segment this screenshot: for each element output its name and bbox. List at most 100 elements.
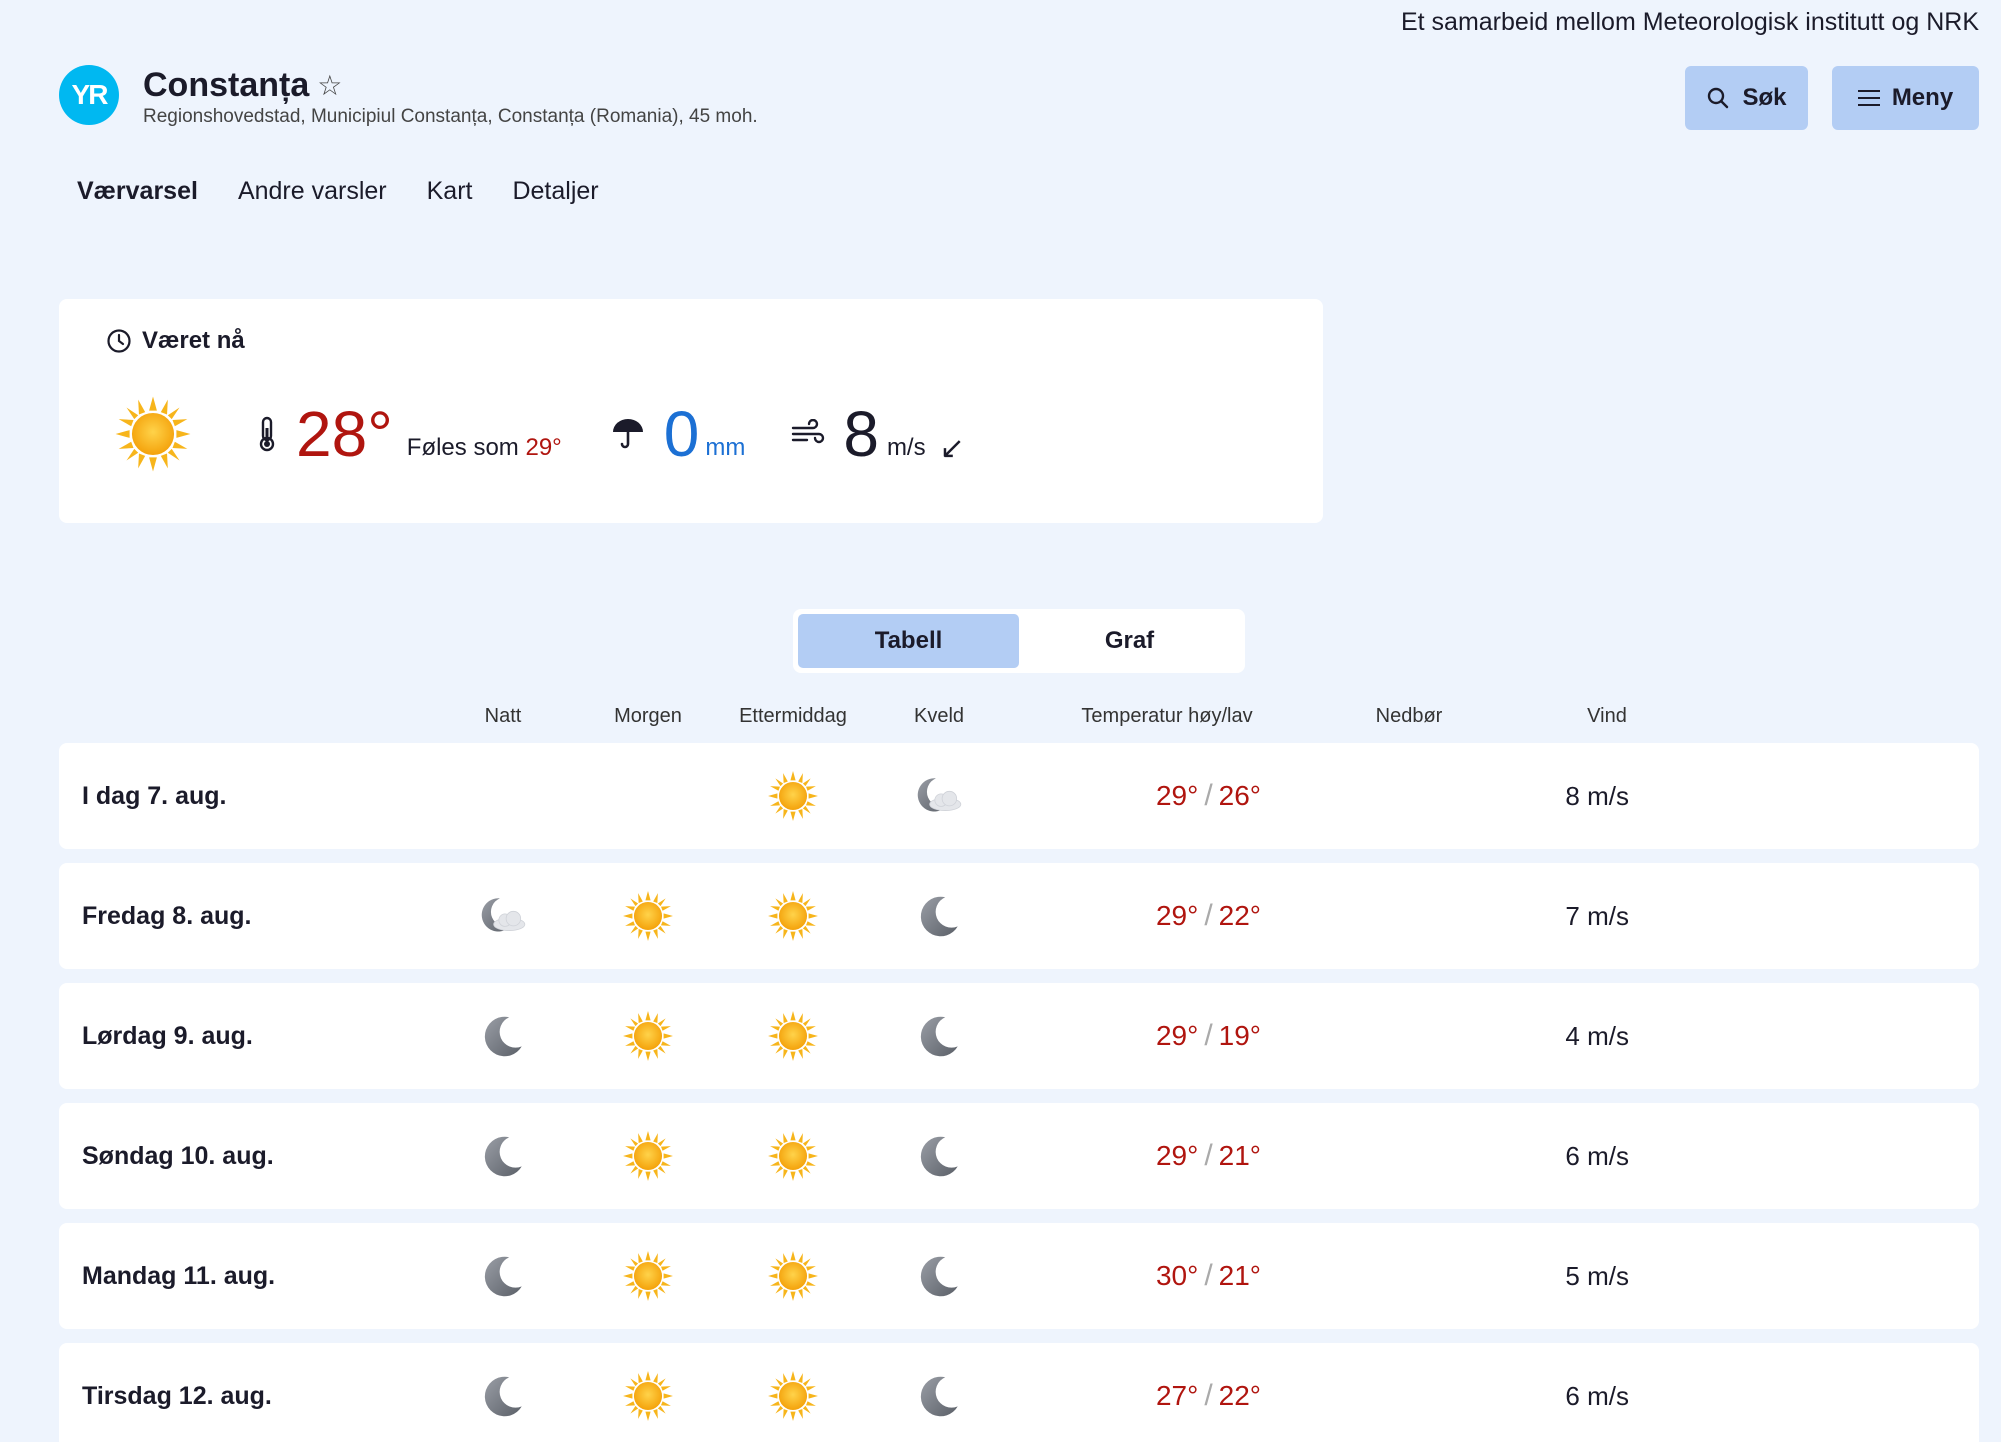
temperature-separator: / — [1204, 779, 1213, 812]
column-header-afternoon: Ettermiddag — [739, 705, 847, 727]
location-title: Constanța ☆ — [143, 66, 342, 105]
sun-icon — [767, 1250, 819, 1302]
sun-icon — [622, 1370, 674, 1422]
day-label: Fredag 8. aug. — [82, 901, 252, 930]
moon-cloud-icon — [913, 770, 965, 822]
sun-icon — [622, 1130, 674, 1182]
temperature-high: 29° — [1155, 780, 1199, 811]
favorite-star-icon[interactable]: ☆ — [317, 69, 342, 102]
menu-button[interactable]: Meny — [1832, 66, 1979, 130]
view-toggle: Tabell Graf — [793, 609, 1245, 673]
temperature-separator: / — [1204, 1019, 1213, 1052]
sun-icon — [767, 890, 819, 942]
sun-icon — [622, 1010, 674, 1062]
moon-icon — [913, 1250, 965, 1302]
feels-like-label: Føles som — [406, 434, 519, 461]
graph-view-button[interactable]: Graf — [1019, 614, 1240, 668]
current-weather-title: Været nå — [142, 327, 245, 354]
sun-icon — [767, 1130, 819, 1182]
moon-cloud-icon — [477, 890, 529, 942]
wind-speed: 8 m/s — [1565, 780, 1629, 811]
temperature-high: 29° — [1155, 1020, 1199, 1051]
thermometer-icon — [259, 416, 275, 452]
wind-direction-arrow-icon: ↙ — [939, 431, 965, 465]
column-header-evening: Kveld — [913, 705, 965, 727]
wind-icon — [792, 419, 825, 444]
day-label: Mandag 11. aug. — [82, 1261, 276, 1290]
temperature-low: 22° — [1218, 1380, 1261, 1411]
sun-icon — [114, 395, 192, 473]
wind-speed: 4 m/s — [1565, 1020, 1629, 1051]
sun-icon — [767, 770, 819, 822]
temperature-low: 26° — [1218, 780, 1261, 811]
forecast-row[interactable]: I dag 7. aug. 29°/26° 8 m/s — [59, 743, 1979, 849]
moon-icon — [913, 1130, 965, 1182]
moon-icon — [913, 1010, 965, 1062]
temperature-low: 21° — [1218, 1140, 1261, 1171]
temperature-high-low: 27°/22° — [1156, 1343, 1261, 1442]
wind-speed: 7 m/s — [1565, 900, 1629, 931]
forecast-row[interactable]: Søndag 10. aug. 29°/21° 6 m/s — [59, 1103, 1979, 1209]
current-temperature: 28° — [296, 398, 393, 470]
partner-text: Et samarbeid mellom Meteorologisk instit… — [1400, 8, 1979, 36]
location-name: Constanța — [143, 66, 310, 104]
temperature-high: 27° — [1155, 1380, 1199, 1411]
temperature-separator: / — [1204, 899, 1213, 932]
forecast-row[interactable]: Lørdag 9. aug. 29°/19° 4 m/s — [59, 983, 1979, 1089]
current-weather-heading: Været nå — [106, 327, 245, 355]
umbrella-icon — [612, 419, 643, 449]
precipitation-unit: mm — [705, 434, 746, 461]
column-header-morning: Morgen — [614, 705, 682, 727]
moon-icon — [477, 1370, 529, 1422]
sun-icon — [767, 1010, 819, 1062]
column-header-wind: Vind — [1587, 705, 1627, 727]
forecast-row[interactable]: Tirsdag 12. aug. 27°/22° 6 m/s — [59, 1343, 1979, 1442]
table-view-button[interactable]: Tabell — [798, 614, 1019, 668]
location-subtitle: Regionshovedstad, Municipiul Constanța, … — [143, 106, 758, 127]
day-label: Søndag 10. aug. — [82, 1141, 274, 1170]
search-button[interactable]: Søk — [1685, 66, 1808, 130]
temperature-high-low: 29°/19° — [1156, 983, 1261, 1089]
column-header-precipitation: Nedbør — [1375, 705, 1443, 727]
moon-icon — [913, 1370, 965, 1422]
moon-icon — [477, 1010, 529, 1062]
tab-details[interactable]: Detaljer — [512, 177, 598, 212]
current-weather-values: 28° Føles som 29° 0 mm 8 m/s ↙ — [114, 389, 965, 479]
day-label: Tirsdag 12. aug. — [82, 1381, 272, 1410]
current-precipitation: 0 — [663, 398, 700, 470]
day-label: Lørdag 9. aug. — [82, 1021, 253, 1050]
temperature-separator: / — [1204, 1259, 1213, 1292]
temperature-high-low: 29°/26° — [1156, 743, 1261, 849]
day-label: I dag 7. aug. — [82, 781, 227, 810]
yr-logo[interactable]: YR — [59, 65, 119, 125]
wind-speed: 6 m/s — [1565, 1140, 1629, 1171]
temperature-high: 29° — [1155, 900, 1199, 931]
hamburger-icon — [1857, 90, 1880, 106]
moon-icon — [913, 890, 965, 942]
temperature-separator: / — [1204, 1139, 1213, 1172]
sun-icon — [622, 890, 674, 942]
temperature-high-low: 29°/22° — [1156, 863, 1261, 969]
current-weather-card: Været nå 28° Føles som 29° 0 mm 8 m/s ↙ — [59, 299, 1323, 523]
forecast-row[interactable]: Fredag 8. aug. 29°/22° 7 m/s — [59, 863, 1979, 969]
temperature-high: 29° — [1155, 1140, 1199, 1171]
sun-icon — [622, 1250, 674, 1302]
tab-other-forecasts[interactable]: Andre varsler — [238, 177, 387, 212]
temperature-high: 30° — [1155, 1260, 1199, 1291]
tab-forecast[interactable]: Værvarsel — [77, 177, 198, 212]
wind-speed: 5 m/s — [1565, 1260, 1629, 1291]
moon-icon — [477, 1130, 529, 1182]
search-label: Søk — [1742, 84, 1787, 111]
temperature-high-low: 30°/21° — [1156, 1223, 1261, 1329]
temperature-low: 19° — [1218, 1020, 1261, 1051]
menu-label: Meny — [1891, 84, 1954, 111]
current-wind: 8 — [843, 398, 879, 470]
column-header-temperature: Temperatur høy/lav — [1081, 705, 1253, 727]
wind-speed: 6 m/s — [1565, 1380, 1629, 1411]
tab-map[interactable]: Kart — [427, 177, 473, 212]
temperature-low: 21° — [1218, 1260, 1261, 1291]
feels-like: Føles som 29° — [407, 434, 562, 462]
feels-like-value: 29° — [525, 434, 562, 461]
forecast-row[interactable]: Mandag 11. aug. 30°/21° 5 m/s — [59, 1223, 1979, 1329]
main-nav: Værvarsel Andre varsler Kart Detaljer — [77, 177, 599, 212]
